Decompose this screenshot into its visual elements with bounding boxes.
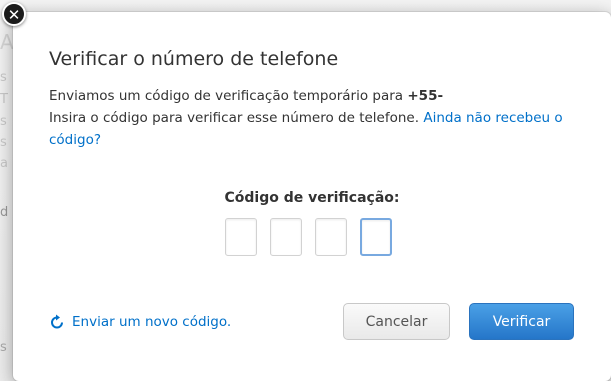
dialog-title: Verificar o número de telefone — [49, 48, 339, 70]
code-digit-2[interactable] — [270, 218, 302, 256]
verify-phone-dialog: Verificar o número de telefone Enviamos … — [13, 12, 611, 381]
background-fragment: A — [0, 30, 14, 54]
background-fragment: s — [0, 70, 7, 85]
refresh-icon — [51, 314, 63, 329]
code-digit-1[interactable] — [225, 218, 257, 256]
background-fragment: d — [0, 205, 9, 220]
code-digit-3[interactable] — [315, 218, 347, 256]
resend-code-link[interactable]: Enviar um novo código. — [49, 314, 231, 330]
close-icon: ✕ — [7, 6, 21, 24]
background-fragment: a — [0, 156, 8, 171]
phone-number: +55- — [407, 88, 444, 104]
background-fragment: s — [0, 114, 7, 129]
description-line2: Insira o código para verificar esse núme… — [49, 110, 424, 126]
background-fragment: s — [0, 340, 7, 355]
close-button[interactable]: ✕ — [2, 2, 26, 26]
code-label: Código de verificação: — [224, 190, 400, 206]
description-line1: Enviamos um código de verificação tempor… — [49, 88, 408, 104]
background-fragment: T — [0, 92, 8, 107]
cancel-button[interactable]: Cancelar — [343, 303, 450, 340]
background-fragment: s — [0, 135, 7, 150]
code-digit-4[interactable] — [360, 218, 392, 256]
verify-button[interactable]: Verificar — [469, 303, 574, 340]
resend-code-label: Enviar um novo código. — [72, 314, 232, 330]
dialog-description: Enviamos um código de verificação tempor… — [49, 85, 584, 151]
